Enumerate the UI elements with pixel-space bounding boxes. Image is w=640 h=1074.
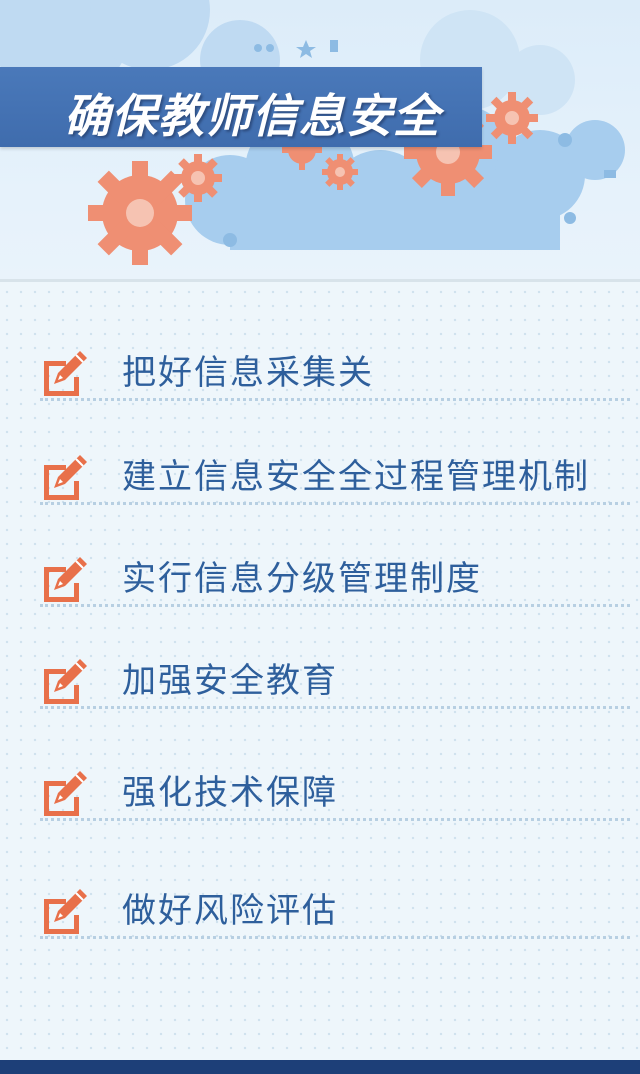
list-item: 做好风险评估	[40, 879, 630, 939]
page-title: 确保教师信息安全	[64, 89, 440, 143]
list-item: 加强安全教育	[40, 649, 630, 709]
pencil-note-icon	[44, 659, 87, 704]
content-list: 把好信息采集关 建立信息安全全过程管理机制 实行信息分级管理制度 加强安全教育	[0, 285, 640, 1060]
list-item-label: 强化技术保障	[122, 773, 338, 813]
header-banner: 确保教师信息安全	[0, 0, 640, 282]
pencil-note-icon	[44, 889, 87, 934]
list-item: 建立信息安全全过程管理机制	[40, 445, 630, 505]
list-item-label: 做好风险评估	[122, 891, 338, 931]
pencil-note-icon	[44, 771, 87, 816]
list-item: 强化技术保障	[40, 761, 630, 821]
list-item-label: 加强安全教育	[122, 661, 338, 701]
list-item: 实行信息分级管理制度	[40, 547, 630, 607]
pencil-note-icon	[44, 557, 87, 602]
list-item: 把好信息采集关	[40, 341, 630, 401]
list-item-label: 把好信息采集关	[122, 353, 374, 393]
list-item-label: 实行信息分级管理制度	[122, 559, 482, 599]
footer-bar	[0, 1060, 640, 1074]
list-item-label: 建立信息安全全过程管理机制	[122, 457, 590, 497]
pencil-note-icon	[44, 455, 87, 500]
pencil-note-icon	[44, 351, 87, 396]
